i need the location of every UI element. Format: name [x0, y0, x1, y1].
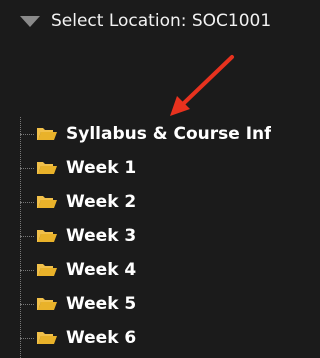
folder-open-icon — [36, 194, 58, 210]
tree-item-label[interactable]: Week 1 — [66, 158, 136, 178]
tree-item-week-2[interactable]: Week 2 — [20, 185, 136, 219]
tree-item-label[interactable]: Week 2 — [66, 192, 136, 212]
location-panel: Select Location: SOC1001 Syllabus & Cour… — [0, 0, 271, 358]
folder-open-icon — [36, 126, 58, 142]
tree-item-week-1[interactable]: Week 1 — [20, 151, 136, 185]
tree-connector — [20, 235, 34, 237]
folder-open-icon — [36, 330, 58, 346]
tree-item-week-3[interactable]: Week 3 — [20, 219, 136, 253]
folder-open-icon — [36, 262, 58, 278]
tree-connector — [20, 201, 34, 203]
tree-item-syllabus[interactable]: Syllabus & Course Info — [20, 117, 271, 151]
folder-open-icon — [36, 228, 58, 244]
tree-item-label[interactable]: Week 5 — [66, 294, 136, 314]
location-selector[interactable]: Select Location: SOC1001 — [0, 0, 271, 44]
folder-open-icon — [36, 296, 58, 312]
folder-open-icon — [36, 160, 58, 176]
tree-item-week-5[interactable]: Week 5 — [20, 287, 136, 321]
tree-item-label[interactable]: Week 4 — [66, 260, 136, 280]
tree-item-label[interactable]: Week 3 — [66, 226, 136, 246]
tree-connector — [20, 269, 34, 271]
caret-down-icon[interactable] — [20, 16, 40, 27]
tree-item-week-6[interactable]: Week 6 — [20, 321, 136, 355]
tree-connector — [20, 303, 34, 305]
location-selector-label[interactable]: Select Location: SOC1001 — [51, 11, 271, 31]
tree-connector — [20, 133, 34, 135]
tree-item-label[interactable]: Week 6 — [66, 328, 136, 348]
tree-connector — [20, 167, 34, 169]
tree-connector — [20, 337, 34, 339]
tree-item-label[interactable]: Syllabus & Course Info — [66, 124, 271, 144]
tree-item-week-4[interactable]: Week 4 — [20, 253, 136, 287]
